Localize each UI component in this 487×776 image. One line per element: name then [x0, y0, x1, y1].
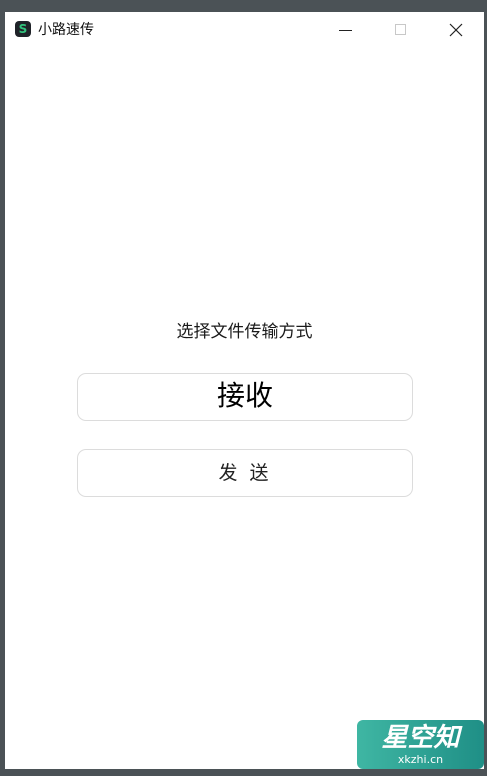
- app-logo-icon: S: [15, 21, 31, 37]
- close-button[interactable]: [433, 12, 479, 48]
- watermark-domain: xkzhi.cn: [397, 753, 444, 766]
- app-window: S 小路速传 选择文件传输方式 接收 发 送 星空知 xkzhi.cn: [5, 12, 484, 769]
- minimize-icon: [339, 30, 352, 31]
- transfer-mode-prompt: 选择文件传输方式: [176, 322, 313, 342]
- close-icon: [449, 23, 463, 37]
- receive-button[interactable]: 接收: [77, 373, 413, 421]
- window-title: 小路速传: [38, 22, 94, 38]
- maximize-icon: [395, 24, 406, 35]
- minimize-button[interactable]: [323, 12, 369, 48]
- maximize-button[interactable]: [378, 12, 424, 48]
- watermark-text: 星空知: [381, 723, 460, 753]
- title-bar[interactable]: S 小路速传: [5, 12, 484, 48]
- send-button[interactable]: 发 送: [77, 449, 413, 497]
- watermark-logo: 星空知 xkzhi.cn: [357, 720, 484, 769]
- logo-letter: S: [18, 22, 28, 36]
